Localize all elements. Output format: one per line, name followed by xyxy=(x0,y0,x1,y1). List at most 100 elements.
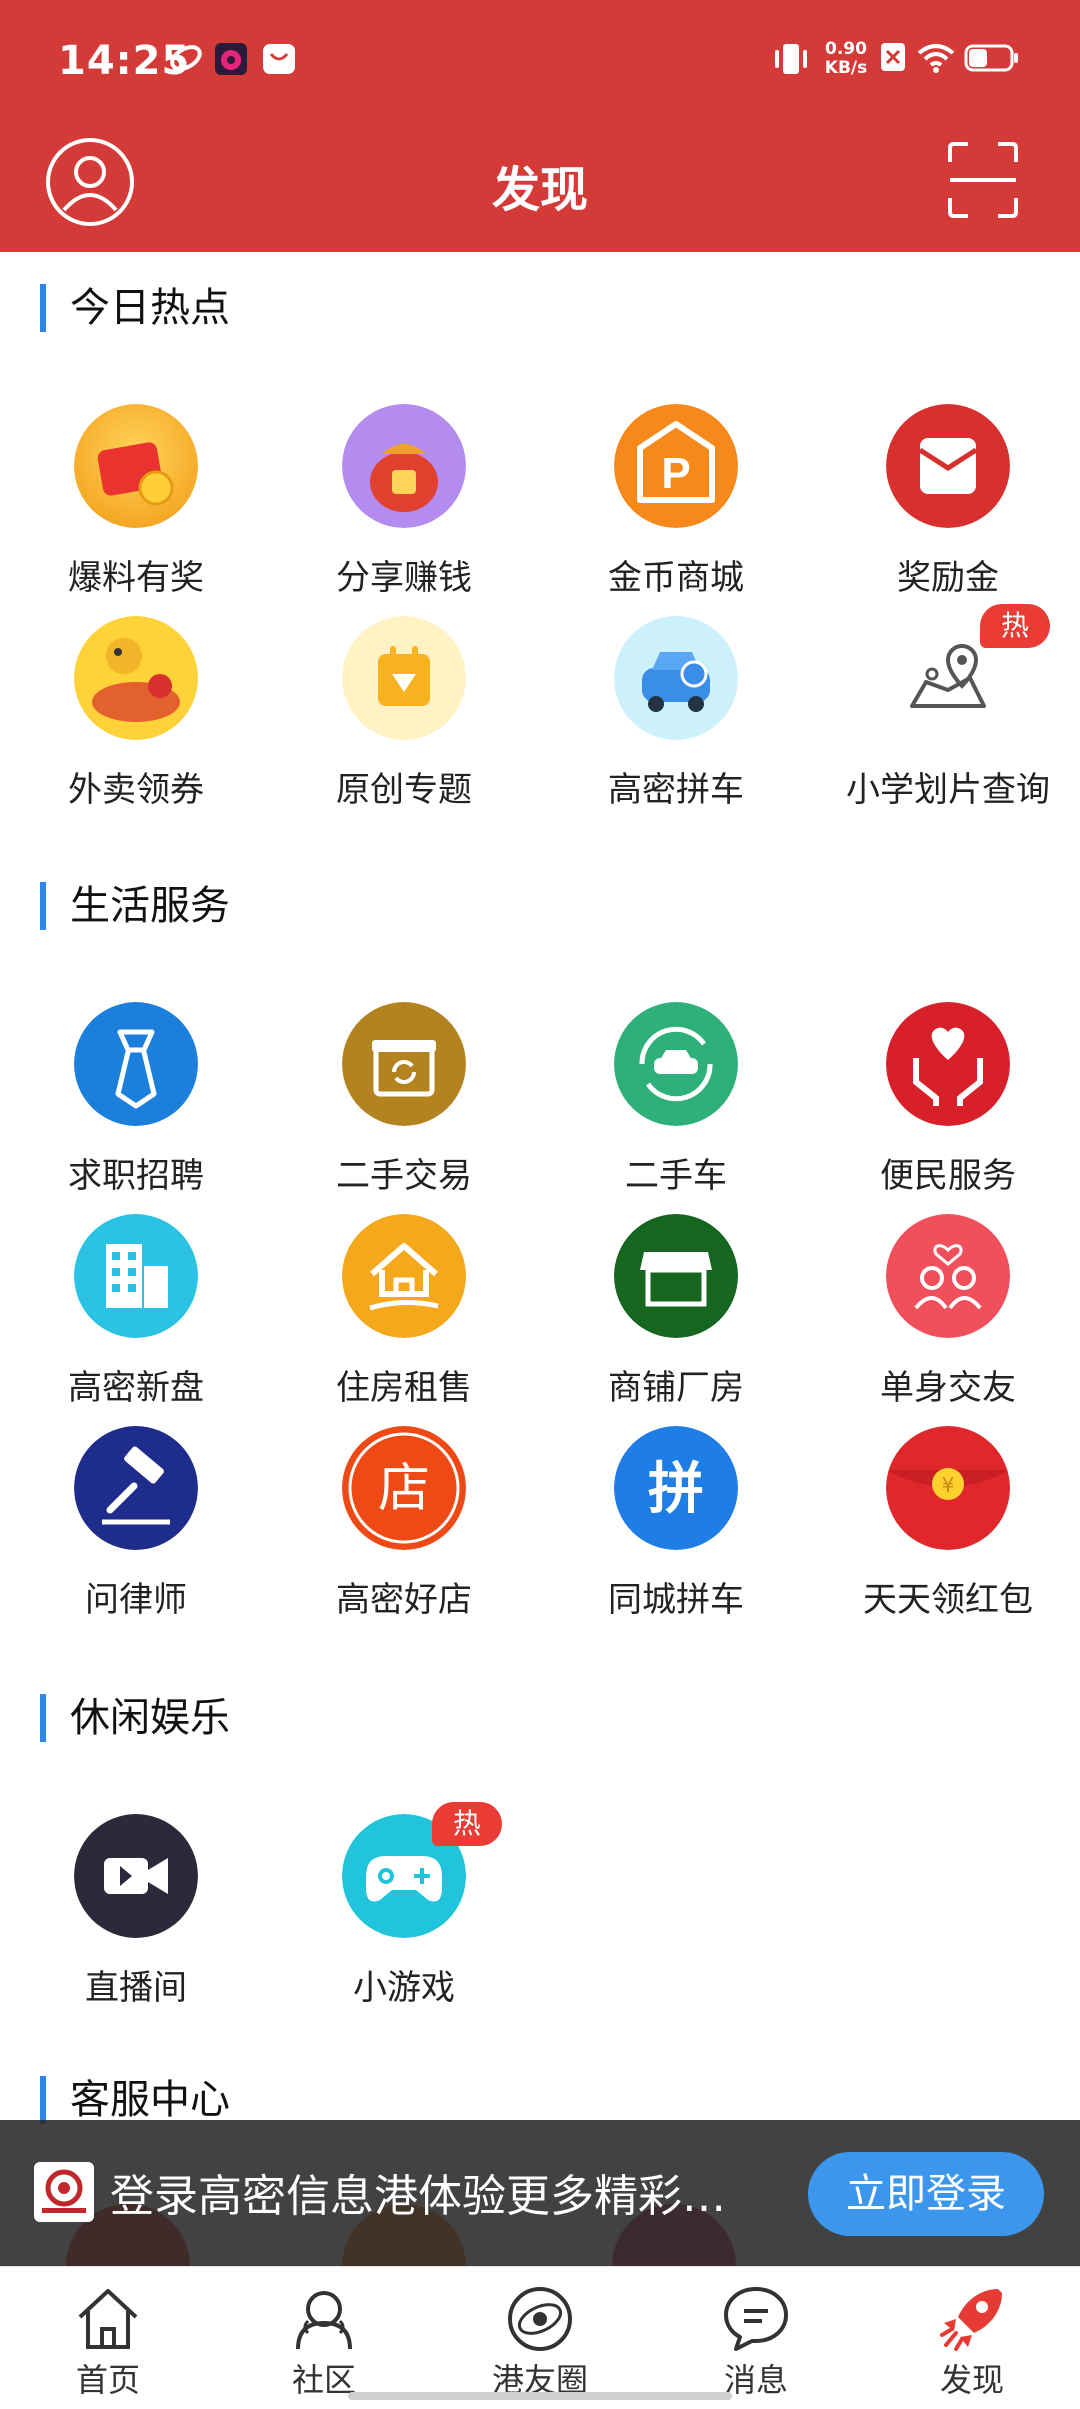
tab-label: 首页 xyxy=(75,2361,140,2399)
music-app-icon xyxy=(215,43,247,75)
login-prompt-text: 登录高密信息港体验更多精彩… xyxy=(110,2171,726,2222)
grid-item-label: 奖励金 xyxy=(897,558,999,598)
login-prompt-banner: 登录高密信息港体验更多精彩… 立即登录 xyxy=(0,2120,1080,2266)
network-speed: 0.90 KB/s xyxy=(818,40,874,78)
grid-item-label: 单身交友 xyxy=(880,1368,1016,1408)
grid-item-school-district[interactable]: 热 小学划片查询 xyxy=(812,604,1080,816)
wifi-icon xyxy=(917,44,955,73)
planet-icon xyxy=(508,2287,572,2351)
grid-item-label: 求职招聘 xyxy=(68,1156,204,1196)
nav-bar: 发现 xyxy=(0,128,1080,252)
network-speed-unit: KB/s xyxy=(824,58,868,78)
gavel-icon xyxy=(74,1426,198,1550)
building-icon xyxy=(74,1214,198,1338)
tab-label: 发现 xyxy=(939,2361,1004,2399)
takeout-food-icon xyxy=(74,616,198,740)
network-speed-value: 0.90 xyxy=(825,39,867,59)
vibrate-icon xyxy=(775,44,807,74)
couple-heart-icon xyxy=(886,1214,1010,1338)
svg-text:¥: ¥ xyxy=(942,1473,955,1497)
grid-item-reward-money[interactable]: 奖励金 xyxy=(812,404,1080,604)
recycle-box-icon xyxy=(342,1002,466,1126)
home-indicator[interactable] xyxy=(348,2392,732,2400)
grid-item-mini-games[interactable]: 热 小游戏 xyxy=(268,1802,540,2014)
grid-item-secondhand-trade[interactable]: 二手交易 xyxy=(268,1002,540,1202)
grid-item-label: 原创专题 xyxy=(336,770,472,810)
grid-item-label: 二手车 xyxy=(625,1156,727,1196)
app-logo-icon xyxy=(34,2162,94,2222)
house-hand-icon xyxy=(342,1214,466,1338)
red-envelope-reward-icon xyxy=(74,404,198,528)
shop-icon: 店 xyxy=(342,1426,466,1550)
grid-item-label: 天天领红包 xyxy=(863,1580,1033,1620)
grid-item-label: 直播间 xyxy=(85,1968,187,2008)
grid-item-city-carpool[interactable]: 拼 同城拼车 xyxy=(540,1426,812,1626)
grid-item-label: 问律师 xyxy=(85,1580,187,1620)
grid-item-baoliao[interactable]: 爆料有奖 xyxy=(0,404,272,604)
battery-icon xyxy=(964,44,1018,72)
red-packet-icon: ¥ xyxy=(886,1426,1010,1550)
section-title-life-service: 生活服务 xyxy=(40,882,230,930)
tab-messages[interactable]: 消息 xyxy=(648,2267,864,2409)
grid-item-good-shops[interactable]: 店 高密好店 xyxy=(268,1426,540,1626)
grid-item-convenience[interactable]: 便民服务 xyxy=(812,1002,1080,1202)
svg-text:P: P xyxy=(661,449,690,498)
grid-item-label: 高密好店 xyxy=(336,1580,472,1620)
grid-item-used-car[interactable]: 二手车 xyxy=(540,1002,812,1202)
section-title-customer-service: 客服中心 xyxy=(40,2076,230,2124)
grid-item-new-homes[interactable]: 高密新盘 xyxy=(0,1214,272,1414)
grid-item-label: 便民服务 xyxy=(880,1156,1016,1196)
original-topic-icon xyxy=(342,616,466,740)
grid-item-label: 商铺厂房 xyxy=(608,1368,744,1408)
home-icon xyxy=(78,2289,138,2349)
grid-item-label: 外卖领券 xyxy=(68,770,204,810)
hot-badge: 热 xyxy=(432,1802,502,1846)
grid-item-singles-dating[interactable]: 单身交友 xyxy=(812,1214,1080,1414)
carpool-icon-text: 拼 xyxy=(648,1457,704,1522)
shop-icon-text: 店 xyxy=(378,1459,430,1519)
tie-icon xyxy=(74,1002,198,1126)
page-title: 发现 xyxy=(491,162,588,218)
grid-item-label: 小学划片查询 xyxy=(846,770,1050,810)
grid-item-label: 住房租售 xyxy=(336,1368,472,1408)
grid-item-takeout-coupon[interactable]: 外卖领券 xyxy=(0,616,272,816)
chat-bubble-icon xyxy=(724,2287,788,2351)
grid-item-gaomi-carpool[interactable]: 高密拼车 xyxy=(540,616,812,816)
reward-envelope-icon xyxy=(886,404,1010,528)
tab-community[interactable]: 社区 xyxy=(216,2267,432,2409)
login-button[interactable]: 立即登录 xyxy=(808,2152,1044,2236)
grid-item-original-topic[interactable]: 原创专题 xyxy=(268,616,540,816)
carpool-car-icon xyxy=(614,616,738,740)
grid-item-label: 二手交易 xyxy=(336,1156,472,1196)
used-car-icon xyxy=(614,1002,738,1126)
grid-item-label: 高密拼车 xyxy=(608,770,744,810)
grid-item-live-room[interactable]: 直播间 xyxy=(0,1814,272,2014)
rocket-icon xyxy=(940,2289,1002,2351)
section-title-leisure: 休闲娱乐 xyxy=(40,1694,230,1742)
grid-item-daily-red-packet[interactable]: ¥ 天天领红包 xyxy=(812,1426,1080,1626)
video-camera-icon xyxy=(74,1814,198,1938)
lucky-bag-icon xyxy=(342,404,466,528)
bottom-navigation: 首页 社区 港友圈 消息 发现 xyxy=(0,2266,1080,2409)
tab-friends-circle[interactable]: 港友圈 xyxy=(432,2267,648,2409)
grid-item-ask-lawyer[interactable]: 问律师 xyxy=(0,1426,272,1626)
carpool-text-icon: 拼 xyxy=(614,1426,738,1550)
grid-item-jobs[interactable]: 求职招聘 xyxy=(0,1002,272,1202)
heart-hands-icon xyxy=(886,1002,1010,1126)
mall-p-icon: P xyxy=(614,404,738,528)
grid-item-coin-mall[interactable]: P 金币商城 xyxy=(540,404,812,604)
scan-icon[interactable] xyxy=(946,140,1020,220)
grid-item-label: 分享赚钱 xyxy=(336,558,472,598)
header: 14:25 0.90 KB/s 发现 xyxy=(0,0,1080,252)
tab-discover[interactable]: 发现 xyxy=(864,2267,1080,2409)
community-icon xyxy=(296,2291,352,2350)
hot-badge: 热 xyxy=(980,604,1050,648)
grid-item-share-earn[interactable]: 分享赚钱 xyxy=(268,404,540,604)
no-sim-icon xyxy=(881,43,905,71)
grid-item-house-rent-sale[interactable]: 住房租售 xyxy=(268,1214,540,1414)
grid-item-label: 小游戏 xyxy=(353,1968,455,2008)
storefront-icon xyxy=(614,1214,738,1338)
grid-item-shops-factories[interactable]: 商铺厂房 xyxy=(540,1214,812,1414)
grid-item-label: 同城拼车 xyxy=(608,1580,744,1620)
tab-home[interactable]: 首页 xyxy=(0,2267,216,2409)
